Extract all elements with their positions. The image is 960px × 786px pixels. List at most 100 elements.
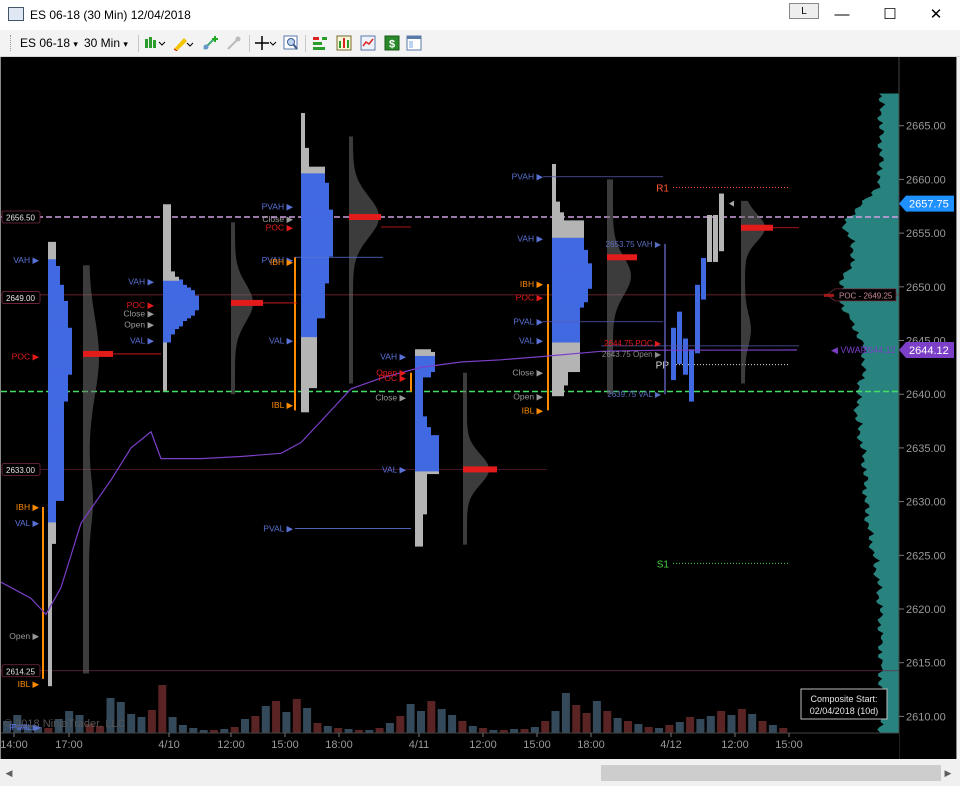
price-tick-label: 2655.00 (906, 228, 946, 240)
volume-bar (779, 728, 788, 733)
properties-icon[interactable] (406, 35, 422, 51)
volume-bar (758, 721, 767, 733)
time-axis-background (1, 733, 899, 759)
volume-bar (292, 699, 301, 733)
chart-toolbar: ES 06-18 ▾ 30 Min ▾ $ (0, 30, 960, 57)
session-label: Open ▶ (9, 631, 39, 641)
price-tick-label: 2650.00 (906, 282, 946, 294)
volume-bar (241, 719, 249, 733)
volume-bar (137, 717, 146, 733)
session-label: IBL ▶ (18, 679, 40, 689)
volume-bar (717, 711, 726, 733)
tpo-cell (415, 349, 431, 354)
chart-app-icon (8, 7, 24, 21)
strategies-icon[interactable] (312, 35, 328, 51)
volume-profile-ghost (463, 372, 489, 545)
price-tick-label: 2630.00 (906, 497, 946, 509)
session-label: PVAH ▶ (262, 201, 294, 211)
chart-style-icon[interactable] (144, 35, 166, 51)
volume-bar (230, 727, 239, 733)
pivot-label: PP (656, 361, 670, 372)
volume-bar (323, 726, 332, 733)
time-tick-label: 4/11 (409, 739, 430, 751)
time-tick-label: 4/12 (660, 739, 681, 751)
volume-bar (551, 711, 560, 733)
price-tick-label: 2665.00 (906, 121, 946, 133)
instrument-selector[interactable]: ES 06-18 ▾ (20, 34, 78, 52)
volume-bar (592, 701, 601, 733)
reference-lines: R1PPS1S2 (1, 183, 899, 750)
time-tick-label: 12:00 (721, 739, 749, 751)
templates-icon[interactable] (360, 35, 376, 51)
session-label: PVAH ▶ (512, 172, 544, 182)
drawing-tool-icon[interactable] (172, 35, 194, 51)
volume-bar (147, 710, 156, 733)
scroll-left-icon[interactable]: ◀ (2, 765, 16, 781)
volume-bar (220, 729, 229, 733)
session-label: POC ▶ (516, 293, 544, 303)
session-label: Close ▶ (123, 309, 154, 319)
instrument-label: ES 06-18 (20, 36, 71, 50)
price-tick-label: 2640.00 (906, 389, 946, 401)
vwap-price-text: 2644.12 (909, 345, 949, 357)
tpo-cell (713, 215, 718, 219)
tpo-cell (163, 204, 171, 209)
toolbar-grip (10, 35, 14, 51)
composite-poc-text: POC - 2649.25 (839, 291, 893, 300)
volume-profile-ghost (349, 136, 379, 384)
volume-bar (458, 721, 467, 733)
volume-bar (530, 727, 539, 733)
maximize-icon[interactable]: ☐ (870, 3, 910, 27)
volume-bar (634, 724, 643, 733)
volume-bar (582, 713, 591, 733)
price-tag-text: 2614.25 (6, 667, 35, 676)
zoom-icon[interactable] (283, 35, 299, 51)
time-tick-label: 4/10 (158, 739, 179, 751)
session-label: IBH ▶ (16, 502, 40, 512)
session-label: PVAL ▶ (513, 317, 543, 327)
link-button[interactable]: L (789, 3, 819, 19)
horizontal-scrollbar[interactable]: ◀ ▶ (0, 759, 960, 786)
session-label: 2643.75 Open ▶ (602, 350, 662, 359)
volume-bar (396, 716, 405, 733)
vwap-path (0, 349, 798, 616)
session-label: IBH ▶ (520, 279, 544, 289)
price-tick-label: 2660.00 (906, 174, 946, 186)
vwap-label-value: 2644.12 (863, 345, 896, 355)
price-tick-label: 2635.00 (906, 443, 946, 455)
poc-bar (741, 224, 773, 231)
chart-panel[interactable]: R1PPS1S2VAH ▶POC ▶IBH ▶VAL ▶Open ▶IBL ▶P… (0, 57, 956, 759)
crosshair-icon[interactable] (255, 35, 277, 51)
price-tag-text: 2656.50 (6, 214, 35, 223)
volume-profile-ghost (231, 222, 253, 395)
minimize-icon[interactable]: — (822, 3, 862, 27)
indicators-icon[interactable] (336, 35, 352, 51)
session-label: VAH ▶ (517, 233, 543, 243)
toolbar-separator (249, 35, 250, 52)
volume-bar (644, 727, 653, 733)
session-label: 2639.75 VAL ▶ (607, 390, 662, 399)
close-icon[interactable]: ✕ (916, 3, 956, 27)
volume-bar (385, 723, 394, 733)
volume-bar (737, 709, 746, 733)
volume-bar (158, 685, 167, 733)
volume-bar (127, 714, 136, 733)
volume-bar (417, 711, 425, 733)
volume-bar (334, 728, 343, 733)
hide-draw-icon[interactable] (226, 35, 242, 51)
volume-bar (437, 709, 446, 733)
market-profile-chart[interactable]: R1PPS1S2VAH ▶POC ▶IBH ▶VAL ▶Open ▶IBL ▶P… (0, 57, 956, 759)
scrollbar-thumb[interactable] (601, 765, 941, 781)
trade-icon[interactable]: $ (384, 35, 400, 51)
copyright-text: © 2018 NinjaTrader, LLC (4, 718, 125, 730)
time-tick-label: 15:00 (271, 739, 299, 751)
volume-bar (603, 711, 612, 733)
volume-bar (375, 728, 384, 733)
interval-selector[interactable]: 30 Min ▾ (84, 34, 128, 52)
time-tick-label: 12:00 (217, 739, 245, 751)
scroll-right-icon[interactable]: ▶ (941, 765, 955, 781)
volume-bar (468, 726, 477, 733)
volume-bar (561, 693, 570, 733)
global-draw-icon[interactable] (201, 35, 223, 51)
poc-bar (83, 350, 113, 357)
